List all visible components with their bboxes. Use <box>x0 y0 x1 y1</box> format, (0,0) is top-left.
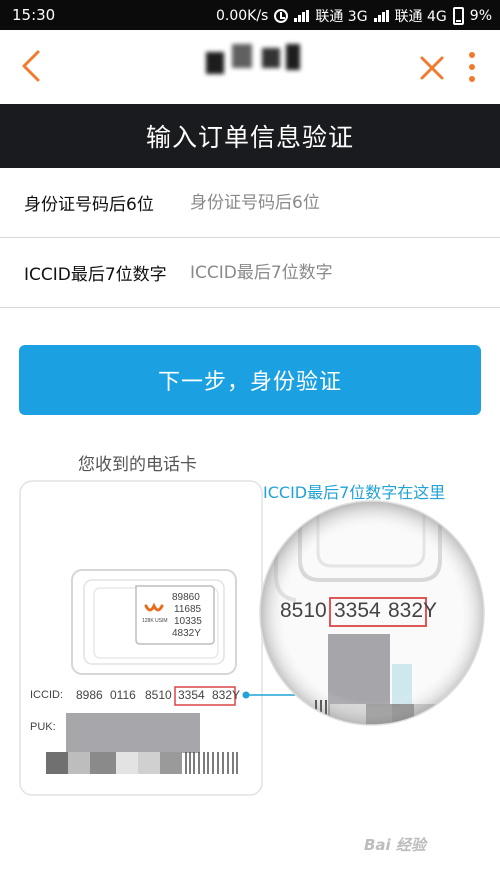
magnified-group: 8510 <box>280 599 327 622</box>
status-bar: 15:30 0.00K/s 联通 3G 联通 4G 9% <box>0 0 500 30</box>
signal-icon <box>294 10 310 22</box>
network-speed: 0.00K/s <box>215 8 269 24</box>
iccid-card-label: ICCID: <box>30 689 63 701</box>
card-caption: 您收到的电话卡 <box>78 455 197 475</box>
iccid-group: 3354 <box>178 688 205 702</box>
magnified-group: 832Y <box>388 599 438 622</box>
back-button[interactable] <box>14 44 54 88</box>
close-icon <box>420 56 444 80</box>
alarm-icon <box>274 9 289 23</box>
puk-label: PUK: <box>30 721 56 733</box>
iccid-group: 832Y <box>212 688 241 702</box>
id-input[interactable] <box>190 186 480 220</box>
sim-number-1: 89860 <box>172 592 200 603</box>
iccid-row: ICCID最后7位数字 <box>0 238 500 308</box>
more-button[interactable] <box>462 48 482 92</box>
id-row: 身份证号码后6位 <box>0 168 500 238</box>
carrier-1: 联通 3G <box>315 9 368 25</box>
chevron-left-icon <box>22 50 40 82</box>
sim-number-4: 4832Y <box>172 628 201 639</box>
iccid-label: ICCID最后7位数字 <box>24 265 167 285</box>
redacted-title <box>206 44 302 74</box>
sim-number-3: 10335 <box>174 616 202 627</box>
id-label: 身份证号码后6位 <box>24 195 154 215</box>
carrier-2: 联通 4G <box>394 9 447 25</box>
watermark: Bai 经验 <box>364 836 426 854</box>
signal-icon <box>373 10 389 22</box>
iccid-hint: ICCID最后7位数字在这里 <box>263 483 446 502</box>
iccid-group: 0116 <box>110 688 136 702</box>
status-indicators: 0.00K/s 联通 3G 联通 4G 9% <box>216 6 492 26</box>
page-title: 输入订单信息验证 <box>0 104 500 168</box>
next-step-button[interactable]: 下一步，身份验证 <box>19 345 481 415</box>
iccid-group: 8986 <box>76 688 103 702</box>
sim-number-2: 11685 <box>174 604 202 615</box>
status-time: 15:30 <box>12 6 56 24</box>
barcode-strip <box>46 752 238 774</box>
app-header <box>0 30 500 104</box>
battery-level: 9% <box>469 8 492 24</box>
more-vertical-icon <box>462 52 482 82</box>
iccid-input[interactable] <box>190 256 480 290</box>
sim-brand: 128K USIM <box>142 618 168 624</box>
iccid-group: 8510 <box>145 688 172 702</box>
magnified-group: 3354 <box>334 599 381 622</box>
close-button[interactable] <box>412 48 452 88</box>
battery-icon <box>452 7 464 25</box>
